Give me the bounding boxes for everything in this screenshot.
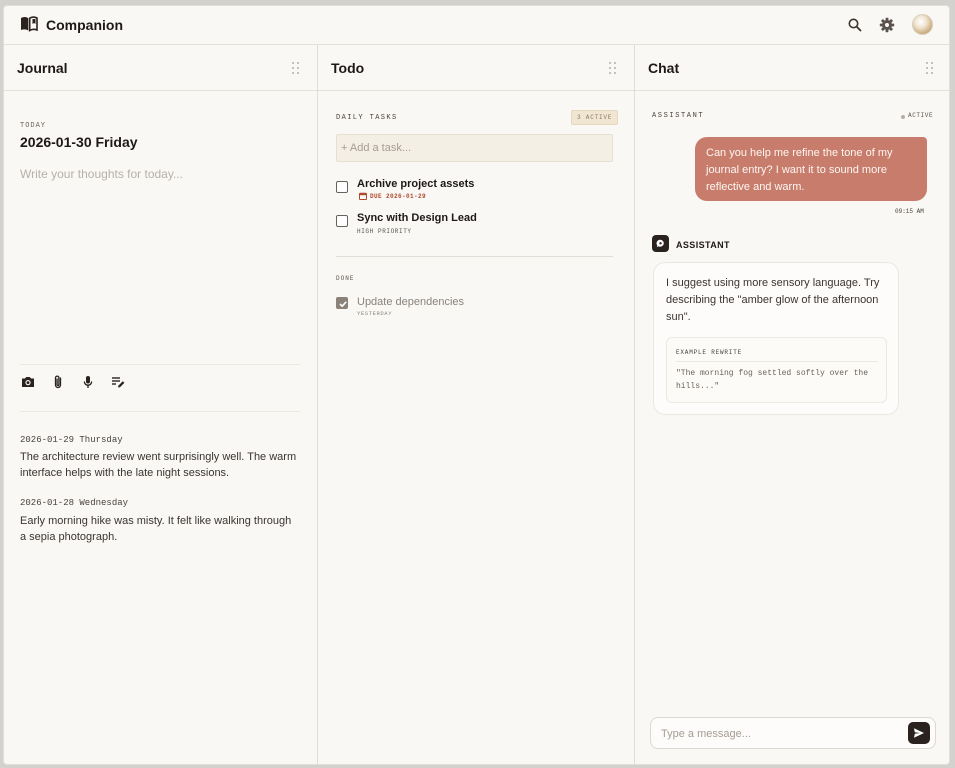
assistant-avatar (652, 235, 669, 252)
assistant-message-text: I suggest using more sensory language. T… (666, 277, 880, 323)
microphone-icon[interactable] (80, 374, 96, 390)
chat-header: Chat (635, 45, 949, 91)
user-message-bubble: Can you help me refine the tone of my jo… (695, 137, 927, 201)
status-text: ACTIVE (908, 112, 934, 119)
search-icon[interactable] (847, 17, 863, 33)
task-due-date: DUE 2026-01-29 (370, 193, 427, 200)
done-task-title: Update dependencies (357, 296, 465, 308)
avatar[interactable] (912, 14, 933, 35)
task-title: Archive project assets (357, 178, 475, 190)
active-count-badge: 3 ACTIVE (571, 110, 619, 125)
paperclip-icon[interactable] (50, 374, 66, 390)
example-label: EXAMPLE REWRITE (676, 349, 743, 356)
entry-date: 2026-01-28 Wednesday (20, 498, 129, 508)
assistant-name: ASSISTANT (676, 240, 730, 250)
assistant-label: ASSISTANT (652, 112, 705, 120)
example-text: "The morning fog settled softly over the… (676, 369, 869, 391)
drag-handle-icon[interactable] (292, 62, 300, 74)
task-checkbox-checked[interactable] (336, 297, 348, 309)
check-icon (339, 301, 347, 308)
book-open-icon (21, 16, 38, 32)
edit-note-icon[interactable] (110, 374, 126, 390)
calendar-icon (359, 192, 367, 200)
divider (336, 256, 613, 257)
gear-icon[interactable] (879, 17, 895, 33)
top-bar: Companion (4, 6, 949, 45)
journal-title: Journal (17, 60, 68, 76)
entry-text: Early morning hike was misty. It felt li… (20, 515, 292, 543)
today-date: 2026-01-30 Friday (20, 134, 138, 150)
chat-input-box (650, 717, 936, 749)
chat-panel: Chat ASSISTANT ACTIVE Can you help me re… (635, 45, 949, 764)
camera-icon[interactable] (20, 374, 36, 390)
chat-bubble-icon (656, 239, 664, 248)
assistant-message-bubble: I suggest using more sensory language. T… (653, 262, 899, 415)
app-window: Companion Journal TODAY 2026-01-30 Frida… (3, 5, 950, 765)
task-priority: HIGH PRIORITY (357, 228, 412, 235)
today-label: TODAY (20, 122, 47, 130)
send-button[interactable] (908, 722, 930, 744)
journal-panel: Journal TODAY 2026-01-30 Friday Write yo… (4, 45, 318, 764)
drag-handle-icon[interactable] (609, 62, 617, 74)
daily-tasks-label: DAILY TASKS (336, 114, 398, 122)
divider (676, 361, 878, 362)
divider (20, 411, 300, 412)
todo-title: Todo (331, 60, 365, 76)
chat-message-input[interactable] (661, 725, 901, 743)
status-dot (901, 115, 905, 119)
example-rewrite-box: EXAMPLE REWRITE "The morning fog settled… (666, 337, 887, 403)
send-icon (914, 728, 924, 738)
journal-entry-input[interactable] (20, 167, 300, 352)
task-checkbox[interactable] (336, 215, 348, 227)
done-task-sub: YESTERDAY (357, 310, 393, 317)
journal-header: Journal (4, 45, 317, 91)
app-title: Companion (46, 17, 123, 33)
add-task-input[interactable] (336, 134, 613, 162)
todo-panel: Todo DAILY TASKS 3 ACTIVE Archive projec… (318, 45, 635, 764)
drag-handle-icon[interactable] (926, 62, 934, 74)
todo-header: Todo (318, 45, 634, 91)
entry-date: 2026-01-29 Thursday (20, 435, 123, 445)
task-title: Sync with Design Lead (357, 212, 477, 224)
entry-text: The architecture review went surprisingl… (20, 451, 297, 479)
task-checkbox[interactable] (336, 181, 348, 193)
divider (20, 364, 300, 365)
done-label: DONE (336, 275, 355, 282)
chat-title: Chat (648, 60, 680, 76)
message-timestamp: 09:15 AM (895, 208, 924, 215)
